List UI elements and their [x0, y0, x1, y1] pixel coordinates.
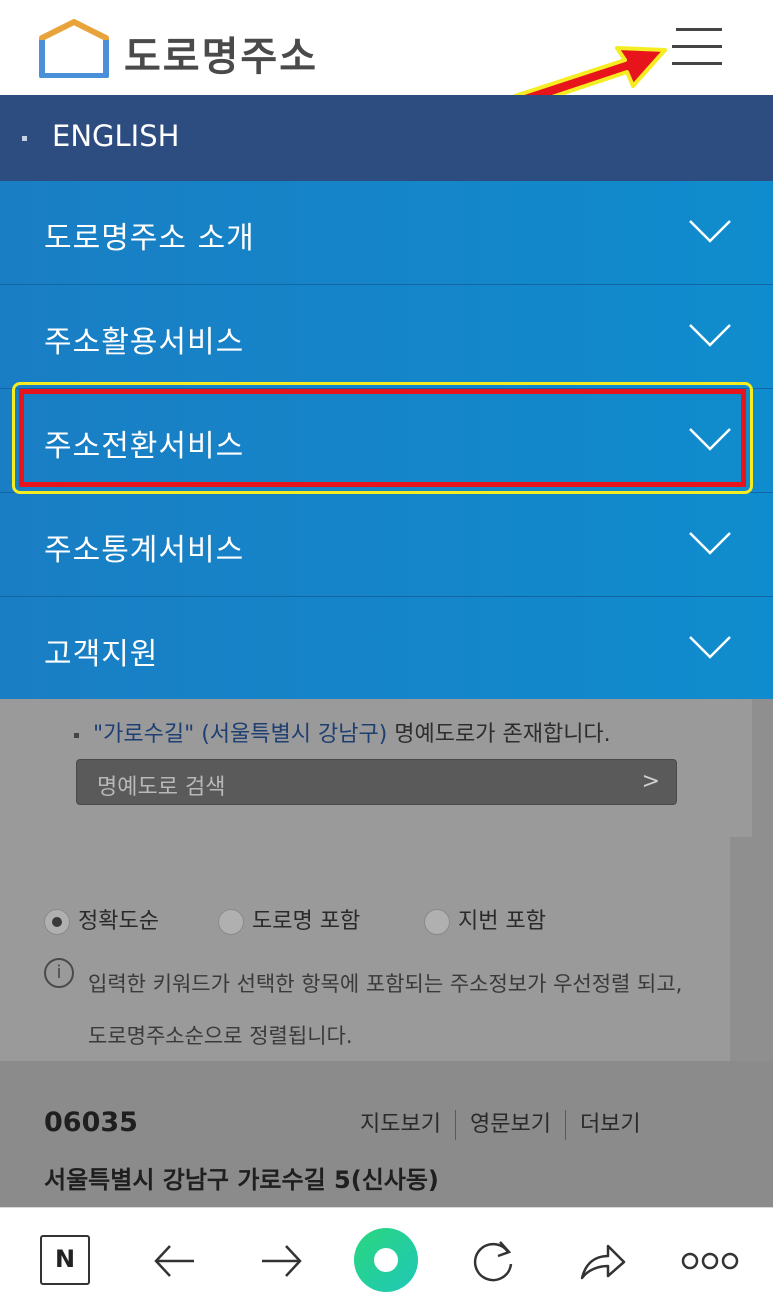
menu-item-label: 고객지원 — [44, 637, 159, 672]
sort-info-text: 입력한 키워드가 선택한 항목에 포함되는 주소정보가 우선정렬 되고, 도로명… — [88, 972, 683, 1048]
search-label: 명예도로 검색 — [97, 775, 226, 800]
chevron-down-icon — [689, 324, 731, 347]
home-button[interactable] — [354, 1228, 418, 1292]
refresh-icon[interactable] — [466, 1234, 520, 1288]
logo-text[interactable]: 도로명주소 — [124, 24, 318, 82]
radio-lot-number[interactable]: 지번 포함 — [424, 903, 546, 935]
menu-item-customer-support[interactable]: 고객지원 — [0, 597, 773, 701]
radio-label: 도로명 포함 — [252, 909, 361, 934]
chevron-down-icon — [689, 220, 731, 243]
zipcode: 06035 — [44, 1107, 138, 1138]
info-icon: i — [44, 958, 74, 988]
map-view-link[interactable]: 지도보기 — [360, 1112, 441, 1137]
honorary-road-link[interactable]: "가로수길" (서울특별시 강남구) — [93, 722, 387, 747]
hamburger-menu-icon[interactable] — [664, 22, 728, 72]
bullet-icon — [22, 136, 27, 141]
browser-bottom-nav: N — [0, 1207, 773, 1314]
menu-item-address-statistics[interactable]: 주소통계서비스 — [0, 493, 773, 597]
menu-item-label: 주소통계서비스 — [44, 533, 245, 568]
back-arrow-icon[interactable] — [148, 1234, 202, 1288]
more-options-icon[interactable] — [680, 1234, 740, 1288]
annotation-highlight-box — [12, 382, 753, 494]
menu-item-intro[interactable]: 도로명주소 소개 — [0, 181, 773, 285]
menu-item-label: 도로명주소 소개 — [44, 221, 255, 256]
menu-item-label: 주소활용서비스 — [44, 325, 245, 360]
logo-house-icon[interactable] — [38, 18, 110, 78]
notice-text: 명예도로가 존재합니다. — [387, 722, 611, 747]
english-language-bar[interactable]: ENGLISH — [0, 95, 773, 181]
header: 도로명주소 — [0, 0, 773, 110]
menu-item-address-utilization[interactable]: 주소활용서비스 — [0, 285, 773, 389]
result-address: 서울특별시 강남구 가로수길 5(신사동) — [44, 1166, 439, 1194]
share-icon[interactable] — [576, 1234, 630, 1288]
chevron-right-icon: > — [641, 769, 660, 794]
more-link[interactable]: 더보기 — [580, 1112, 641, 1137]
radio-unselected-icon — [424, 909, 450, 935]
radio-unselected-icon — [218, 909, 244, 935]
result-links: 지도보기 영문보기 더보기 — [360, 1106, 641, 1140]
english-view-link[interactable]: 영문보기 — [470, 1112, 551, 1137]
radio-selected-icon — [44, 909, 70, 935]
naver-n-icon[interactable]: N — [40, 1235, 90, 1285]
chevron-down-icon — [689, 532, 731, 555]
radio-accuracy[interactable]: 정확도순 — [44, 903, 159, 935]
chevron-down-icon — [689, 636, 731, 659]
radio-label: 지번 포함 — [458, 909, 546, 934]
honorary-road-search-button[interactable]: 명예도로 검색 > — [76, 759, 677, 805]
honorary-road-notice: "가로수길" (서울특별시 강남구) 명예도로가 존재합니다. — [74, 716, 611, 748]
radio-label: 정확도순 — [78, 909, 159, 934]
forward-arrow-icon[interactable] — [254, 1234, 308, 1288]
english-link[interactable]: ENGLISH — [52, 119, 179, 153]
bullet-icon — [74, 732, 79, 738]
radio-road-name[interactable]: 도로명 포함 — [218, 903, 360, 935]
